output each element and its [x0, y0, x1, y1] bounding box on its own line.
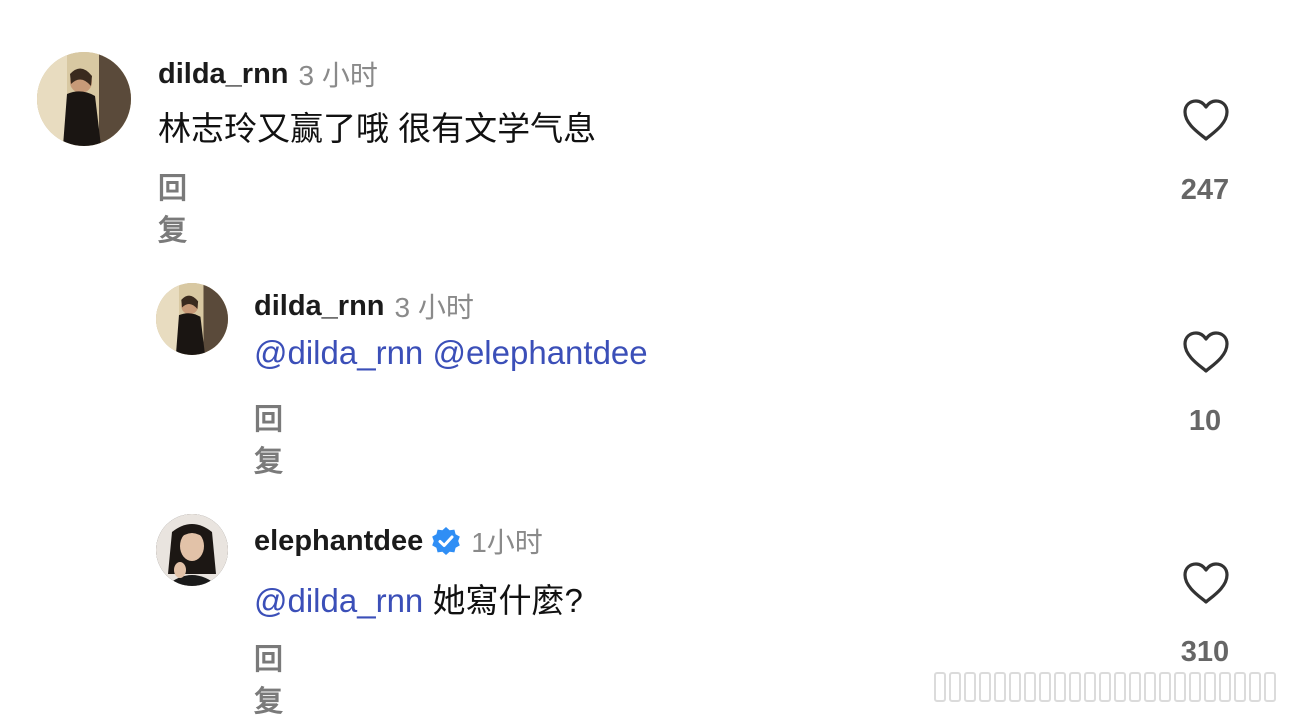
reply-button[interactable]: 回复: [158, 165, 187, 249]
comments-thread: dilda_rnn 3 小时 林志玲又赢了哦 很有文学气息 回复 247 dil…: [0, 0, 1290, 716]
avatar[interactable]: [156, 514, 228, 586]
like-control: [1176, 561, 1236, 605]
comment-body: 她寫什麼?: [432, 582, 583, 619]
timestamp: 1小时: [471, 527, 543, 558]
heart-icon[interactable]: [1182, 330, 1230, 374]
heart-icon[interactable]: [1182, 98, 1230, 142]
avatar[interactable]: [37, 52, 131, 146]
username[interactable]: dilda_rnn: [158, 58, 289, 91]
username[interactable]: elephantdee: [254, 525, 423, 558]
comment-text: 林志玲又赢了哦 很有文学气息: [158, 110, 597, 147]
avatar[interactable]: [156, 283, 228, 355]
username[interactable]: dilda_rnn: [254, 290, 385, 323]
like-count: 10: [1188, 405, 1222, 437]
comment-text: @dilda_rnn 她寫什麼?: [254, 574, 583, 622]
comment-text: @dilda_rnn @elephantdee: [254, 334, 648, 372]
heart-icon[interactable]: [1182, 561, 1230, 605]
mention-link[interactable]: @elephantdee: [432, 334, 647, 371]
watermark-logo: [934, 672, 1276, 702]
timestamp: 3 小时: [298, 60, 378, 91]
reply-button[interactable]: 回复: [254, 396, 283, 480]
like-control: [1176, 330, 1236, 374]
like-count: 310: [1180, 636, 1230, 668]
mention-link[interactable]: @dilda_rnn: [254, 334, 423, 371]
like-count: 247: [1180, 174, 1230, 206]
like-control: [1176, 98, 1236, 142]
timestamp: 3 小时: [394, 292, 474, 323]
verified-badge-icon: [431, 526, 461, 556]
reply-button[interactable]: 回复: [254, 636, 283, 716]
mention-link[interactable]: @dilda_rnn: [254, 582, 423, 619]
